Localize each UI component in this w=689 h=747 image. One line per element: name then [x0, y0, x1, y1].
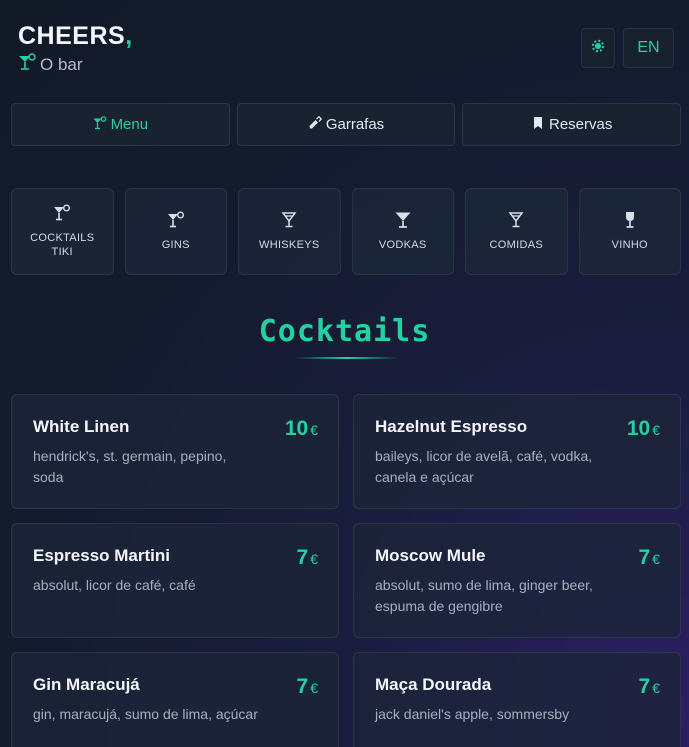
category-gins[interactable]: GINS — [124, 188, 227, 275]
menu-item-card[interactable]: Moscow Mule absolut, sumo de lima, ginge… — [353, 523, 681, 638]
sun-icon — [590, 38, 606, 59]
header: CHEERS, O bar — [18, 22, 133, 76]
wine-glass-icon — [621, 211, 639, 233]
nav-garrafas-button[interactable]: Garrafas — [236, 103, 456, 146]
category-comidas[interactable]: COMIDAS — [465, 188, 568, 275]
language-button[interactable]: EN — [623, 28, 674, 68]
martini-icon — [507, 211, 525, 233]
bookmark-icon — [531, 116, 545, 134]
category-vinho[interactable]: VINHO — [578, 188, 681, 275]
nav-reservas-button[interactable]: Reservas — [462, 103, 682, 146]
menu-item-card[interactable]: Hazelnut Espresso baileys, licor de avel… — [353, 394, 681, 509]
item-description: absolut, licor de café, café — [33, 577, 196, 593]
menu-grid: White Linen hendrick's, st. germain, pep… — [11, 394, 681, 747]
category-vodkas[interactable]: VODKAS — [351, 188, 454, 275]
item-price: 10 € — [284, 417, 318, 440]
item-name: Moscow Mule — [375, 546, 486, 565]
item-price: 7 € — [638, 546, 660, 569]
category-label: VINHO — [611, 239, 648, 251]
menu-item-card[interactable]: Maça Dourada jack daniel's apple, sommer… — [353, 652, 681, 747]
category-label: GINS — [161, 239, 190, 251]
cocktail-icon — [18, 53, 38, 76]
cocktail-icon — [53, 204, 71, 226]
brand-title[interactable]: CHEERS, — [18, 22, 133, 51]
item-name: Hazelnut Espresso — [375, 417, 528, 436]
item-price: 7 € — [296, 546, 318, 569]
section-title: Cocktails — [258, 314, 431, 349]
item-description: hendrick's, st. germain, pepino, soda — [33, 448, 227, 485]
item-name: White Linen — [33, 417, 130, 436]
brand-subtitle: O bar — [18, 53, 133, 76]
bottle-icon — [308, 115, 322, 134]
cocktail-icon — [167, 211, 185, 233]
category-label: VODKAS — [378, 239, 427, 251]
category-label: WHISKEYS — [259, 239, 320, 251]
theme-toggle-button[interactable] — [581, 28, 615, 68]
category-list: COCKTAILS TIKI GINS WHISKEYS VODKAS COMID… — [11, 188, 681, 275]
item-description: absolut, sumo de lima, ginger beer, espu… — [375, 577, 593, 614]
category-whiskeys[interactable]: WHISKEYS — [238, 188, 341, 275]
category-cocktails-tiki[interactable]: COCKTAILS TIKI — [11, 188, 114, 275]
nav-menu-button[interactable]: Menu — [11, 103, 230, 146]
menu-item-card[interactable]: Espresso Martini absolut, licor de café,… — [11, 523, 339, 638]
item-price: 10 € — [626, 417, 660, 440]
martini-icon — [280, 211, 298, 233]
cocktail-icon — [93, 115, 107, 134]
item-name: Espresso Martini — [33, 546, 170, 565]
top-actions: EN — [581, 28, 674, 68]
item-price: 7 € — [638, 675, 660, 698]
menu-item-card[interactable]: White Linen hendrick's, st. germain, pep… — [11, 394, 339, 509]
category-label: COMIDAS — [489, 239, 543, 251]
menu-item-card[interactable]: Gin Maracujá gin, maracujá, sumo de lima… — [11, 652, 339, 747]
item-price: 7 € — [296, 675, 318, 698]
item-name: Maça Dourada — [375, 675, 492, 694]
item-name: Gin Maracujá — [33, 675, 140, 694]
item-description: jack daniel's apple, sommersby — [375, 706, 570, 722]
item-description: gin, maracujá, sumo de lima, açúcar — [33, 706, 258, 722]
title-underline — [295, 357, 399, 359]
category-label: COCKTAILS TIKI — [30, 232, 95, 258]
item-description: baileys, licor de avelã, café, vodka, ca… — [375, 448, 593, 485]
main-nav: Menu Garrafas Reservas — [11, 103, 682, 146]
martini-glass-icon — [394, 211, 412, 233]
